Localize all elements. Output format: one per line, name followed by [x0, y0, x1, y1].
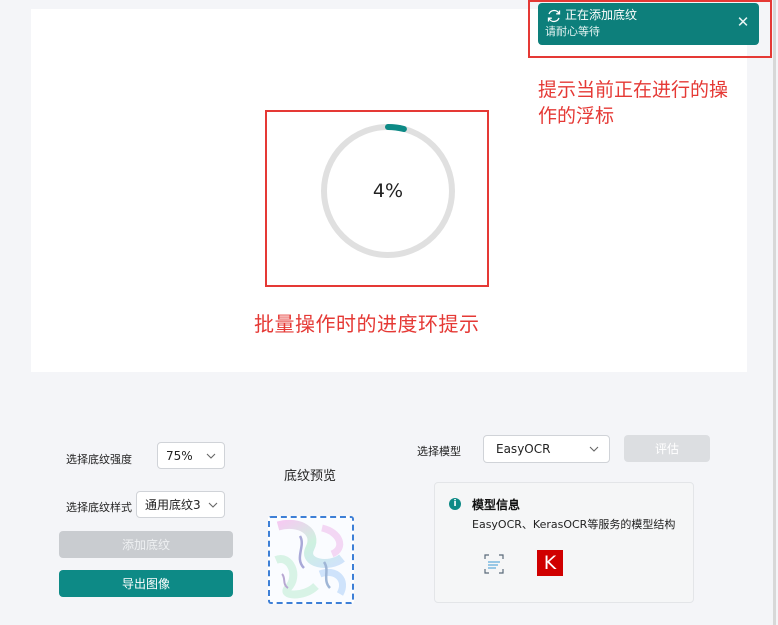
close-icon[interactable]: ✕ — [734, 13, 752, 31]
style-label: 选择底纹样式 — [66, 501, 132, 514]
keras-logo: K — [537, 550, 563, 576]
info-icon: i — [449, 498, 461, 510]
chevron-down-icon — [589, 446, 599, 452]
export-image-button[interactable]: 导出图像 — [59, 570, 233, 597]
easyocr-logo — [484, 554, 504, 574]
style-select[interactable]: 通用底纹3 — [136, 491, 225, 518]
window-edge — [773, 0, 776, 625]
progress-annotation: 批量操作时的进度环提示 — [254, 312, 480, 336]
evaluate-button[interactable]: 评估 — [624, 435, 710, 462]
model-value: EasyOCR — [496, 442, 551, 456]
toast-notification: 正在添加底纹 请耐心等待 ✕ — [538, 3, 759, 45]
progress-percent: 4% — [372, 180, 404, 202]
toast-message: 请耐心等待 — [545, 25, 600, 38]
model-label: 选择模型 — [417, 445, 461, 458]
model-select[interactable]: EasyOCR — [483, 435, 610, 463]
model-info-card: i 模型信息 EasyOCR、KerasOCR等服务的模型结构 K — [434, 482, 694, 603]
model-info-title: 模型信息 — [472, 498, 521, 512]
strength-select[interactable]: 75% — [157, 442, 225, 469]
strength-label: 选择底纹强度 — [66, 453, 132, 466]
style-value: 通用底纹3 — [145, 498, 201, 512]
toast-annotation: 提示当前正在进行的操作的浮标 — [538, 79, 729, 127]
model-info-description: EasyOCR、KerasOCR等服务的模型结构 — [472, 518, 676, 531]
add-texture-button[interactable]: 添加底纹 — [59, 531, 233, 558]
texture-preview-title: 底纹预览 — [284, 469, 337, 484]
chevron-down-icon — [208, 502, 218, 508]
refresh-icon — [547, 9, 561, 23]
toast-title: 正在添加底纹 — [565, 8, 638, 22]
texture-pattern — [270, 518, 352, 602]
strength-value: 75% — [166, 448, 193, 463]
texture-preview-image — [268, 516, 354, 604]
chevron-down-icon — [206, 453, 216, 459]
